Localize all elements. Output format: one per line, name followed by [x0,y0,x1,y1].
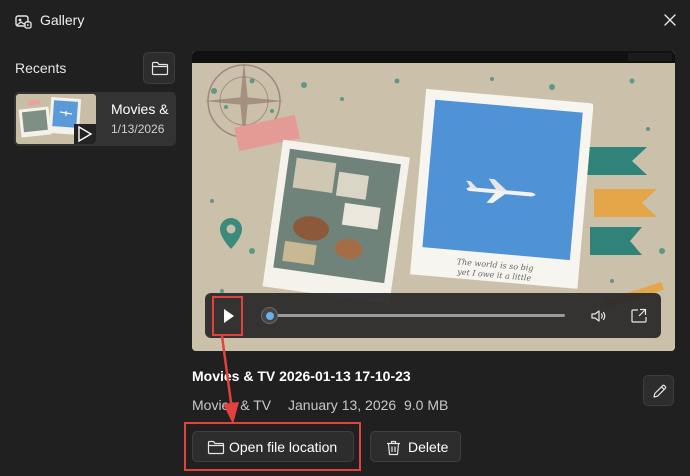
edit-button[interactable] [643,375,674,406]
delete-button[interactable]: Delete [370,431,461,462]
media-date: January 13, 2026 [288,397,397,413]
sidebar: Recents Movies & TV 2026-01-13 17-10-23 … [0,42,186,476]
browse-folder-button[interactable] [143,52,175,84]
title-bar: Gallery [0,0,690,42]
recents-label: Recents [15,60,67,76]
seek-thumb[interactable] [261,307,279,324]
window-title: Gallery [40,12,85,28]
volume-icon[interactable] [589,306,609,326]
seek-bar[interactable] [267,314,565,317]
open-file-location-label: Open file location [229,439,338,455]
trash-icon [387,440,400,456]
folder-icon [207,440,225,455]
playback-controls [205,293,661,338]
recent-item-date: 1/13/2026 [111,122,165,136]
pen-icon [653,384,667,398]
gallery-icon [15,15,32,29]
recent-item[interactable]: Movies & TV 2026-01-13 17-10-23 1/13/202… [14,92,176,146]
media-title: Movies & TV 2026-01-13 17-10-23 [192,368,411,384]
recent-item-title: Movies & TV 2026-01-13 17-10-23 [111,101,171,117]
folder-icon [151,61,169,76]
video-player[interactable]: The world is so big yet I owe it a littl… [192,51,675,351]
open-file-location-button[interactable]: Open file location [192,431,354,462]
play-icon[interactable] [213,301,243,331]
close-icon[interactable] [660,10,680,30]
fullscreen-icon[interactable] [629,306,649,326]
recent-thumbnail [16,94,96,144]
delete-label: Delete [408,439,449,455]
media-size: 9.0 MB [404,397,449,413]
media-app: Movies & TV [192,397,272,413]
